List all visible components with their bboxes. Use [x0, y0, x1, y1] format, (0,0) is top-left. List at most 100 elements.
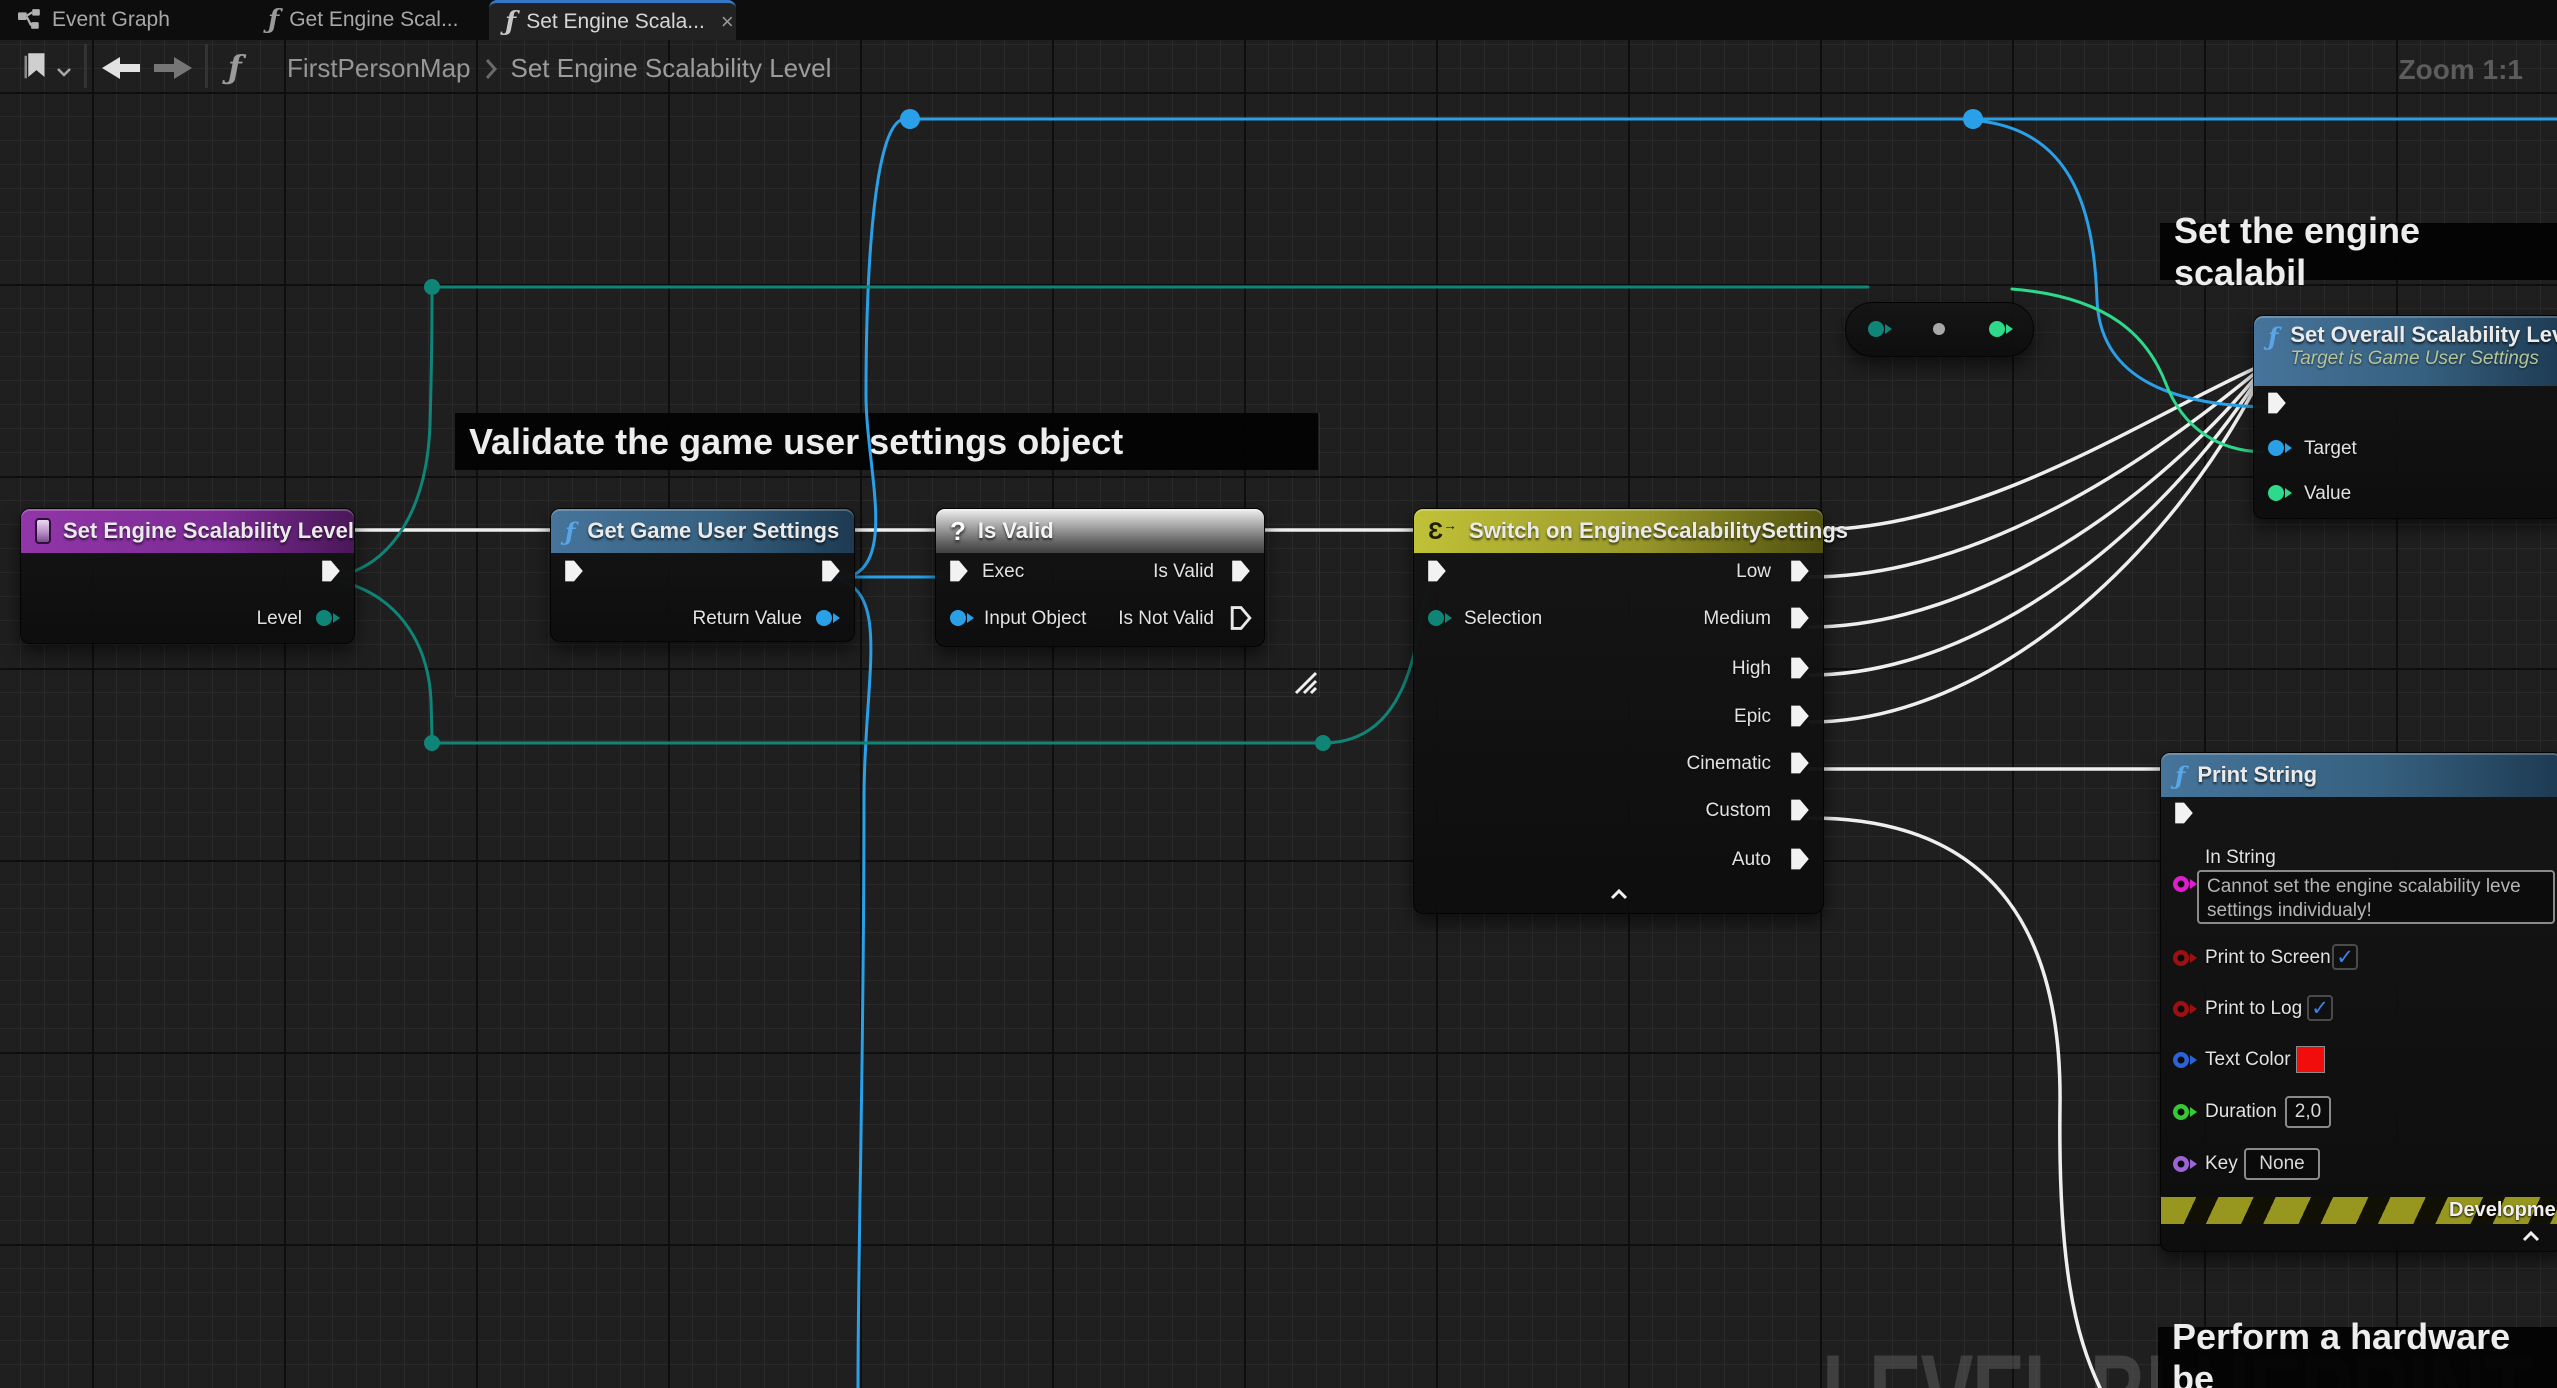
low-exec-pin[interactable]	[1789, 559, 1811, 583]
node-get-game-user-settings[interactable]: ƒ Get Game User Settings Return Value	[550, 508, 855, 642]
pin-label-level: Level	[257, 608, 302, 630]
pin-label-target: Target	[2304, 438, 2357, 460]
pin-label-custom: Custom	[1706, 800, 1771, 822]
is-not-valid-exec-out-pin[interactable]	[1230, 606, 1252, 630]
epic-exec-pin[interactable]	[1789, 704, 1811, 728]
wire-exec-auto	[1810, 818, 2100, 1388]
value-pin[interactable]	[2268, 485, 2284, 501]
graph-icon	[18, 9, 42, 31]
auto-exec-pin[interactable]	[1789, 847, 1811, 871]
node-header: ? Is Valid	[936, 509, 1264, 553]
question-mark-icon: ?	[950, 516, 966, 547]
back-button[interactable]	[100, 55, 142, 86]
node-title: Is Valid	[978, 518, 1054, 544]
in-string-textbox[interactable]: Cannot set the engine scalability leve s…	[2197, 870, 2555, 924]
custom-exec-pin[interactable]	[1789, 798, 1811, 822]
conversion-in-pin[interactable]	[1868, 321, 1884, 337]
wire-blue-target	[1980, 121, 2263, 407]
wire-exec-high	[1810, 372, 2260, 627]
toolbar-separator	[84, 44, 87, 88]
wire-exec-low	[1810, 366, 2260, 530]
collapse-arrow-icon[interactable]	[2522, 1231, 2540, 1242]
graph-canvas[interactable]: LEVEL BLUEPRINT Validate the game user s…	[0, 40, 2557, 1388]
forward-button[interactable]	[152, 55, 194, 86]
duration-input[interactable]: 2,0	[2285, 1096, 2331, 1128]
text-color-swatch[interactable]	[2296, 1046, 2325, 1073]
chevron-down-icon[interactable]	[56, 64, 72, 82]
tab-get-engine[interactable]: ƒ Get Engine Scal...	[268, 0, 458, 40]
pin-label-exec: Exec	[982, 561, 1024, 583]
level-pin[interactable]	[316, 610, 332, 626]
pin-label-key: Key	[2205, 1153, 2238, 1175]
node-is-valid[interactable]: ? Is Valid Exec Input Object Is Valid Is…	[935, 508, 1265, 647]
node-conversion-pill[interactable]	[1845, 302, 2034, 357]
pin-label-in-string: In String	[2205, 847, 2276, 869]
tab-event-graph[interactable]: Event Graph	[18, 0, 170, 40]
pin-label-selection: Selection	[1464, 608, 1542, 630]
cinematic-exec-pin[interactable]	[1789, 751, 1811, 775]
node-header: ƒ Set Overall Scalability Level Target i…	[2254, 316, 2557, 386]
is-valid-exec-out-pin[interactable]	[1230, 559, 1252, 583]
wire-returnvalue-down	[841, 580, 871, 1388]
node-switch-enum[interactable]: Ɛ→ Switch on EngineScalabilitySettings S…	[1413, 508, 1824, 914]
reroute-node-teal-top[interactable]	[424, 279, 440, 295]
function-icon: ƒ	[565, 517, 575, 546]
blueprint-editor: Event Graph ƒ Get Engine Scal... ƒ Set E…	[0, 0, 2557, 1388]
node-subtitle: Target is Game User Settings	[2290, 348, 2539, 369]
node-title: Switch on EngineScalabilitySettings	[1469, 518, 1848, 544]
node-set-overall-scalability-level[interactable]: ƒ Set Overall Scalability Level Target i…	[2253, 315, 2557, 519]
reroute-node-blue-left[interactable]	[900, 109, 920, 129]
duration-pin[interactable]	[2173, 1104, 2189, 1120]
text-color-pin[interactable]	[2173, 1052, 2189, 1068]
print-to-screen-pin[interactable]	[2173, 950, 2189, 966]
exec-in-pin[interactable]	[563, 559, 585, 583]
pin-label-high: High	[1732, 658, 1771, 680]
in-string-pin[interactable]	[2173, 876, 2189, 892]
pin-label-cinematic: Cinematic	[1687, 753, 1771, 775]
pin-label-return-value: Return Value	[693, 608, 803, 630]
breadcrumb-root[interactable]: FirstPersonMap	[287, 53, 471, 84]
print-to-log-pin[interactable]	[2173, 1001, 2189, 1017]
pin-label-text-color: Text Color	[2205, 1049, 2291, 1071]
conversion-out-pin[interactable]	[1989, 321, 2005, 337]
tab-set-engine-active[interactable]: ƒ Set Engine Scala... ×	[489, 0, 736, 40]
return-value-pin[interactable]	[816, 610, 832, 626]
node-set-engine-scalability-level[interactable]: Set Engine Scalability Level Level	[20, 508, 355, 644]
conversion-dot-icon	[1933, 323, 1945, 335]
pin-label-value: Value	[2304, 483, 2351, 505]
exec-in-pin[interactable]	[948, 559, 970, 583]
reroute-node-teal-left[interactable]	[424, 735, 440, 751]
pin-label-is-not-valid: Is Not Valid	[1118, 608, 1214, 630]
exec-out-pin[interactable]	[820, 559, 842, 583]
tab-label: Set Engine Scala...	[526, 10, 705, 34]
function-icon: ƒ	[268, 5, 279, 35]
target-pin[interactable]	[2268, 440, 2284, 456]
node-header: ƒ Print String	[2161, 753, 2557, 797]
collapse-arrow-icon[interactable]	[1610, 889, 1628, 900]
development-banner-label: Developme	[2449, 1199, 2556, 1222]
input-object-pin[interactable]	[950, 610, 966, 626]
reroute-node-teal-right[interactable]	[1315, 735, 1331, 751]
tab-label: Get Engine Scal...	[289, 8, 458, 32]
exec-in-pin[interactable]	[2173, 801, 2195, 825]
pin-label-auto: Auto	[1732, 849, 1771, 871]
tab-label: Event Graph	[52, 8, 170, 32]
breadcrumb: FirstPersonMap Set Engine Scalability Le…	[287, 53, 831, 84]
exec-in-pin[interactable]	[2266, 391, 2288, 415]
print-to-log-checkbox[interactable]: ✓	[2307, 995, 2333, 1021]
bookmark-button[interactable]	[24, 52, 50, 87]
key-input[interactable]: None	[2244, 1148, 2320, 1180]
high-exec-pin[interactable]	[1789, 656, 1811, 680]
node-print-string[interactable]: ƒ Print String In String Cannot set the …	[2160, 752, 2557, 1252]
pin-label-print-to-log: Print to Log	[2205, 998, 2302, 1020]
key-pin[interactable]	[2173, 1156, 2189, 1172]
reroute-node-blue-right[interactable]	[1963, 109, 1983, 129]
exec-in-pin[interactable]	[1426, 559, 1448, 583]
wire-exec-cinematic	[1810, 378, 2260, 722]
node-header: Ɛ→ Switch on EngineScalabilitySettings	[1414, 509, 1823, 553]
print-to-screen-checkbox[interactable]: ✓	[2332, 944, 2358, 970]
close-icon[interactable]: ×	[721, 9, 734, 35]
medium-exec-pin[interactable]	[1789, 606, 1811, 630]
exec-out-pin[interactable]	[320, 559, 342, 583]
selection-pin[interactable]	[1428, 610, 1444, 626]
